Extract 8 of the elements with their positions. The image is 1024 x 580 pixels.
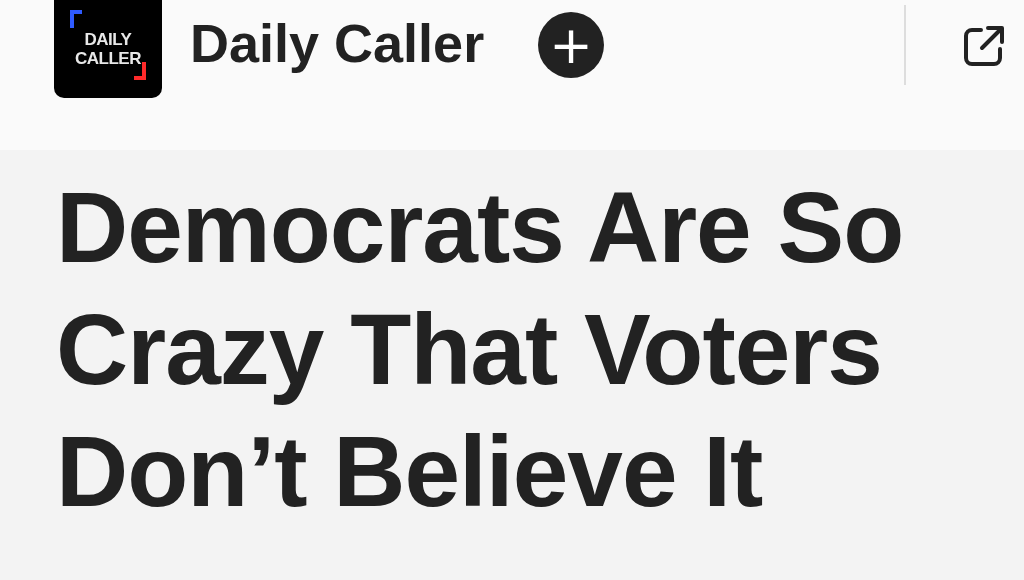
logo-text: DAILY bbox=[84, 30, 132, 49]
bracket-icon bbox=[70, 10, 82, 28]
bracket-icon bbox=[134, 62, 146, 80]
follow-button[interactable]: + bbox=[538, 12, 605, 78]
open-external-icon[interactable] bbox=[962, 24, 1006, 68]
article-headline: Democrats Are So Crazy That Voters Don’t Believe It bbox=[56, 170, 905, 529]
logo-text: CALLER bbox=[75, 49, 141, 68]
publisher-name[interactable]: Daily Caller bbox=[190, 10, 485, 76]
